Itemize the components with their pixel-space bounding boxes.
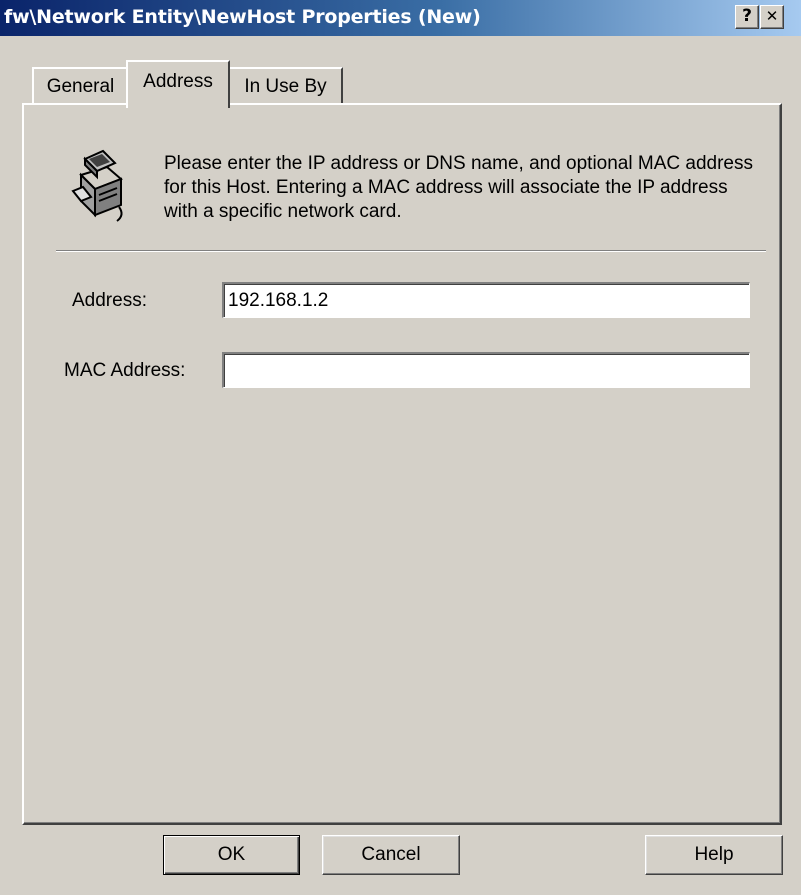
address-tab-panel: Please enter the IP address or DNS name,… [22,103,782,825]
cancel-button[interactable]: Cancel [322,835,460,875]
tab-general[interactable]: General [32,67,129,107]
question-mark-icon: ? [742,6,752,26]
tab-in-use-by[interactable]: In Use By [228,67,343,107]
ok-button[interactable]: OK [163,835,300,875]
help-button[interactable]: Help [645,835,783,875]
address-input[interactable] [222,282,750,318]
tab-in-use-by-label: In Use By [244,76,327,97]
host-computer-icon [71,149,123,222]
close-button[interactable]: ✕ [760,5,784,29]
window-title: fw\Network Entity\NewHost Properties (Ne… [4,6,481,28]
mac-address-input[interactable] [222,352,750,388]
help-title-button[interactable]: ? [735,5,759,29]
close-icon: ✕ [765,7,779,25]
tab-general-label: General [46,76,115,97]
address-label: Address: [72,290,147,311]
title-bar[interactable]: fw\Network Entity\NewHost Properties (Ne… [0,0,801,36]
tab-address[interactable]: Address [126,60,230,108]
divider [56,250,766,252]
tab-address-label: Address [143,71,213,92]
intro-text: Please enter the IP address or DNS name,… [164,153,753,222]
mac-address-label: MAC Address: [64,360,186,381]
